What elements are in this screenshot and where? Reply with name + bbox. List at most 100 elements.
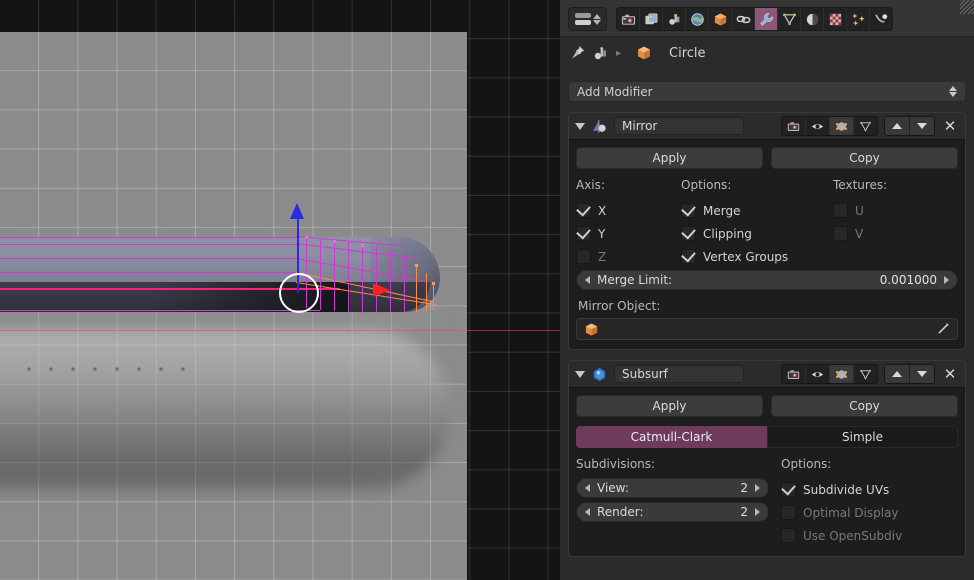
eyedropper-icon[interactable] — [935, 322, 950, 337]
render-subdivisions-slider[interactable]: Render: 2 — [576, 502, 769, 522]
checkbox-box[interactable] — [576, 249, 591, 264]
mirror-object-field[interactable] — [576, 318, 958, 340]
modifier-header-mirror[interactable]: Mirror ✕ — [569, 113, 965, 140]
tab-scene[interactable] — [663, 8, 686, 30]
eye-icon — [811, 371, 824, 377]
3d-viewport[interactable] — [0, 0, 560, 580]
object-data-icon[interactable] — [593, 45, 609, 61]
checkbox-box[interactable] — [781, 482, 796, 497]
tab-constraints[interactable] — [732, 8, 755, 30]
render-toggle[interactable] — [782, 117, 806, 135]
move-up-button[interactable] — [885, 365, 910, 383]
display-toggles-mirror[interactable] — [781, 116, 878, 136]
wrench-icon — [759, 12, 773, 26]
tab-object-data[interactable] — [778, 8, 801, 30]
tab-render[interactable] — [617, 8, 640, 30]
checkbox-texture-u[interactable]: U — [833, 199, 958, 222]
checkbox-vertex-groups[interactable]: Vertex Groups — [681, 245, 833, 268]
manipulator-x-arrowhead[interactable] — [373, 283, 390, 297]
render-value: 2 — [740, 505, 748, 519]
checkbox-box[interactable] — [833, 203, 848, 218]
tab-object[interactable] — [709, 8, 732, 30]
checkbox-subdivide-uvs[interactable]: Subdivide UVs — [781, 478, 958, 501]
tab-texture[interactable] — [824, 8, 847, 30]
move-down-button[interactable] — [910, 365, 934, 383]
subdiv-type-catmull-clark[interactable]: Catmull-Clark — [576, 426, 767, 448]
mesh-dot-row — [18, 366, 188, 372]
checkbox-box[interactable] — [576, 226, 591, 241]
tab-material[interactable] — [801, 8, 824, 30]
checkbox-label: Vertex Groups — [703, 249, 789, 264]
tab-world[interactable] — [686, 8, 709, 30]
checkbox-box[interactable] — [681, 249, 696, 264]
checkbox-use-opensubdiv[interactable]: Use OpenSubdiv — [781, 524, 958, 547]
tab-render-layers[interactable] — [640, 8, 663, 30]
display-toggles-subsurf[interactable] — [781, 364, 878, 384]
checkbox-box[interactable] — [781, 528, 796, 543]
increment-arrow-icon[interactable] — [755, 508, 760, 516]
apply-button-mirror[interactable]: Apply — [576, 147, 763, 169]
properties-tab-strip[interactable] — [616, 7, 893, 31]
checkbox-box[interactable] — [833, 226, 848, 241]
checker-icon — [829, 13, 841, 25]
mesh-edge — [390, 250, 391, 313]
decrement-arrow-icon[interactable] — [585, 276, 590, 284]
remove-modifier-button[interactable]: ✕ — [941, 365, 959, 383]
editor-type-selector[interactable] — [568, 7, 607, 31]
merge-limit-slider[interactable]: Merge Limit: 0.001000 — [576, 270, 958, 290]
checkbox-merge[interactable]: Merge — [681, 199, 833, 222]
tab-physics[interactable] — [870, 8, 892, 30]
mirror-object-label: Mirror Object: — [578, 299, 661, 313]
mesh-edge — [334, 240, 335, 311]
subdivision-type-toggle[interactable]: Catmull-Clark Simple — [576, 426, 958, 448]
checkbox-box[interactable] — [781, 505, 796, 520]
checkbox-axis-y[interactable]: Y — [576, 222, 681, 245]
view-subdivisions-slider[interactable]: View: 2 — [576, 478, 769, 498]
copy-button-mirror[interactable]: Copy — [771, 147, 958, 169]
checkbox-box[interactable] — [576, 203, 591, 218]
checkbox-texture-v[interactable]: V — [833, 222, 958, 245]
chain-icon — [736, 15, 750, 23]
checkbox-box[interactable] — [681, 203, 696, 218]
edit-mode-toggle[interactable] — [830, 365, 854, 383]
pin-icon[interactable] — [570, 45, 586, 61]
panel-collapse-icon[interactable] — [575, 122, 585, 130]
modifier-header-icons-subsurf: ✕ — [781, 364, 959, 384]
decrement-arrow-icon[interactable] — [585, 508, 590, 516]
checkbox-clipping[interactable]: Clipping — [681, 222, 833, 245]
realtime-toggle[interactable] — [806, 117, 830, 135]
add-modifier-dropdown[interactable]: Add Modifier — [568, 81, 966, 102]
modifier-name-field-mirror[interactable]: Mirror — [614, 117, 744, 135]
move-down-button[interactable] — [910, 117, 934, 135]
on-cage-toggle[interactable] — [854, 117, 877, 135]
mesh-vertex-selected — [415, 264, 418, 267]
apply-button-subsurf[interactable]: Apply — [576, 395, 763, 417]
realtime-toggle[interactable] — [806, 365, 830, 383]
edit-mode-toggle[interactable] — [830, 117, 854, 135]
camera-icon — [787, 369, 800, 379]
move-up-button[interactable] — [885, 117, 910, 135]
manipulator-view-circle[interactable] — [279, 273, 319, 313]
remove-modifier-button[interactable]: ✕ — [941, 117, 959, 135]
area-corner-grip[interactable] — [960, 0, 974, 14]
render-toggle[interactable] — [782, 365, 806, 383]
view-value: 2 — [740, 481, 748, 495]
increment-arrow-icon[interactable] — [755, 484, 760, 492]
decrement-arrow-icon[interactable] — [585, 484, 590, 492]
modifier-name-field-subsurf[interactable]: Subsurf — [614, 365, 744, 383]
checkbox-box[interactable] — [681, 226, 696, 241]
modifier-reorder-subsurf[interactable] — [884, 364, 935, 384]
subdiv-type-simple[interactable]: Simple — [767, 426, 958, 448]
on-cage-toggle[interactable] — [854, 365, 877, 383]
panel-collapse-icon[interactable] — [575, 370, 585, 378]
modifier-reorder-mirror[interactable] — [884, 116, 935, 136]
modifier-name-subsurf: Subsurf — [622, 367, 668, 381]
checkbox-axis-z[interactable]: Z — [576, 245, 681, 268]
copy-button-subsurf[interactable]: Copy — [771, 395, 958, 417]
tab-particles[interactable] — [847, 8, 870, 30]
checkbox-optimal-display[interactable]: Optimal Display — [781, 501, 958, 524]
tab-modifiers[interactable] — [755, 8, 778, 30]
modifier-header-subsurf[interactable]: Subsurf ✕ — [569, 361, 965, 388]
checkbox-axis-x[interactable]: X — [576, 199, 681, 222]
increment-arrow-icon[interactable] — [944, 276, 949, 284]
